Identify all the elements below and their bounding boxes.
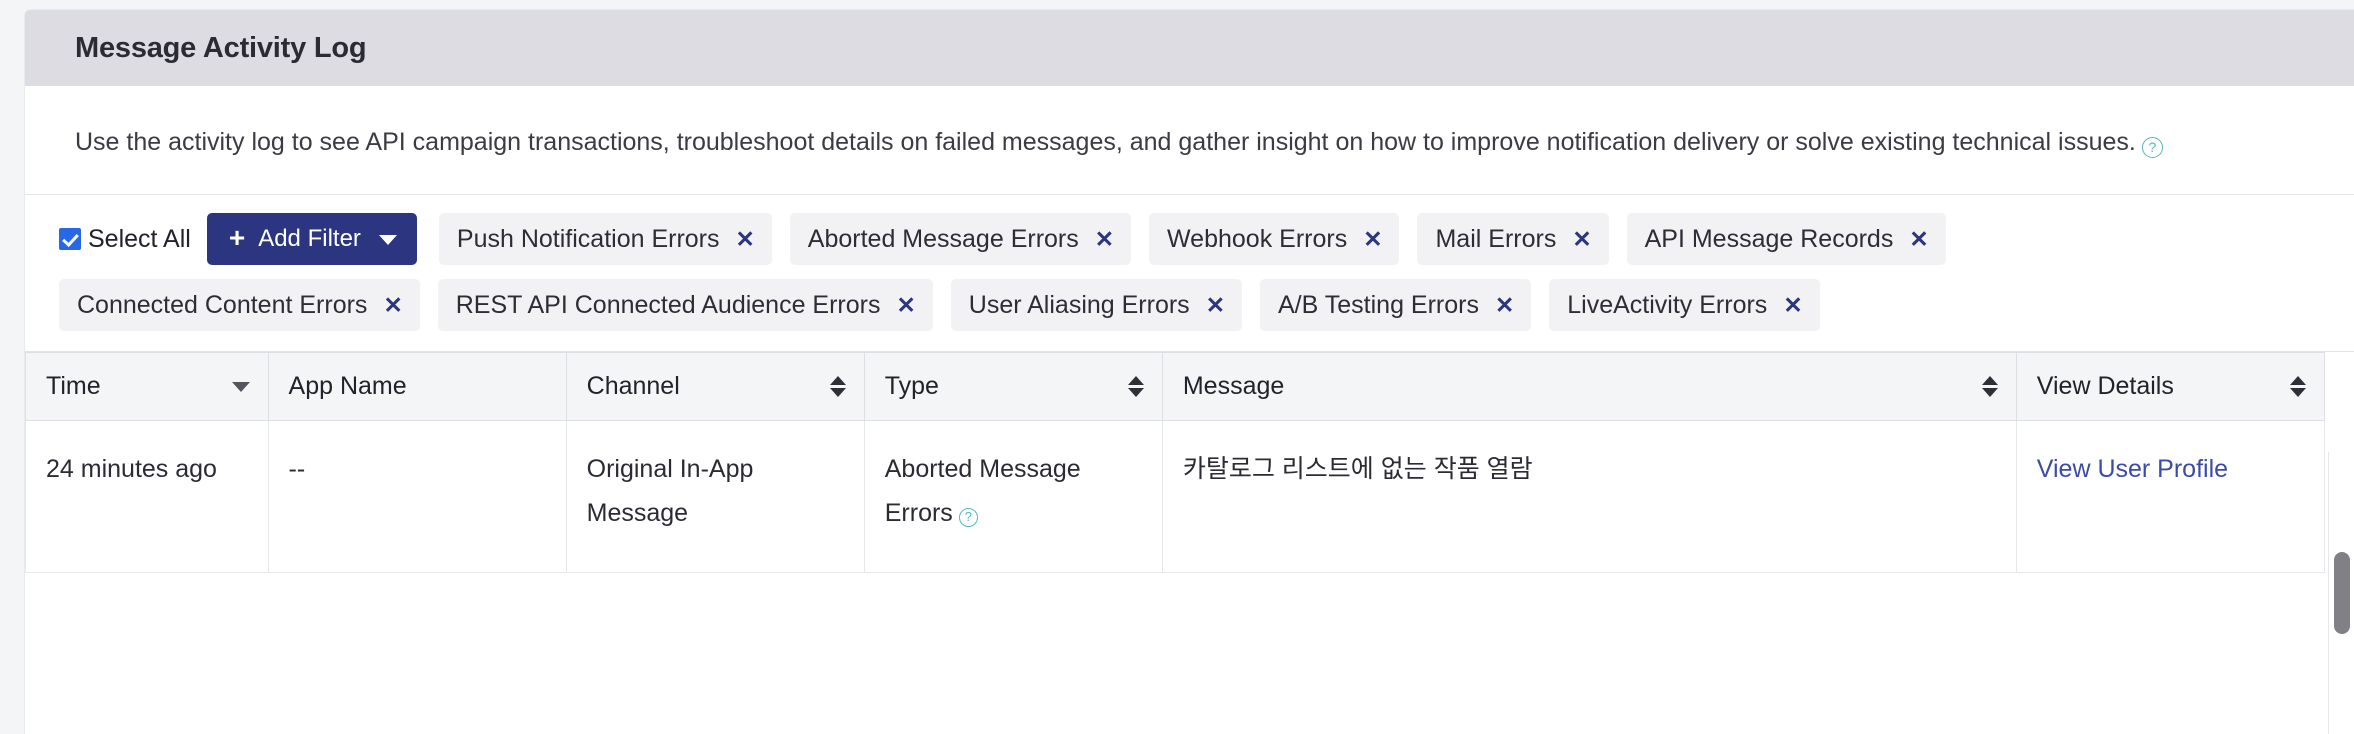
filter-chip-label: Mail Errors xyxy=(1435,224,1557,253)
description-sentence: Use the activity log to see API campaign… xyxy=(75,128,2136,156)
close-icon[interactable]: ✕ xyxy=(1095,227,1114,251)
filter-chip-label: REST API Connected Audience Errors xyxy=(455,290,881,319)
filter-chip[interactable]: Mail Errors ✕ xyxy=(1417,213,1609,265)
add-filter-button[interactable]: + Add Filter xyxy=(206,213,417,265)
filter-chip[interactable]: Connected Content Errors ✕ xyxy=(59,279,420,331)
sort-descending-icon[interactable] xyxy=(231,381,250,392)
close-icon[interactable]: ✕ xyxy=(1909,227,1928,251)
filter-row-1: Select All + Add Filter Push Notificatio… xyxy=(59,213,2314,265)
select-all-control[interactable]: Select All xyxy=(59,213,191,265)
filter-chip[interactable]: Webhook Errors ✕ xyxy=(1149,213,1400,265)
sort-toggle-icon[interactable] xyxy=(1981,376,1998,397)
sort-toggle-icon[interactable] xyxy=(829,376,846,397)
close-icon[interactable]: ✕ xyxy=(1783,293,1802,317)
activity-log-table: Time App Name Channel Type Message View … xyxy=(25,352,2326,573)
page-title: Message Activity Log xyxy=(75,31,367,64)
filter-chip-label: API Message Records xyxy=(1644,224,1894,253)
cell-type-label: Aborted Message Errors xyxy=(884,455,1081,527)
column-label: Type xyxy=(884,372,939,400)
sort-toggle-icon[interactable] xyxy=(1127,376,1144,397)
column-header-type[interactable]: Type xyxy=(864,352,1163,421)
card-header: Message Activity Log xyxy=(25,10,2354,86)
filter-chip-label: Aborted Message Errors xyxy=(807,224,1079,253)
filter-chip[interactable]: REST API Connected Audience Errors ✕ xyxy=(437,279,933,331)
filter-chip[interactable]: Push Notification Errors ✕ xyxy=(438,213,772,265)
filter-chip[interactable]: LiveActivity Errors ✕ xyxy=(1549,279,1820,331)
column-header-app-name[interactable]: App Name xyxy=(268,352,567,421)
view-user-profile-link[interactable]: View User Profile xyxy=(2037,455,2228,483)
activity-log-card: Message Activity Log Use the activity lo… xyxy=(25,10,2354,734)
filter-row-2: Connected Content Errors ✕ REST API Conn… xyxy=(59,279,2314,331)
vertical-scrollbar-track[interactable] xyxy=(2328,452,2354,734)
help-circle-icon[interactable]: ? xyxy=(958,508,978,527)
message-activity-log-page: Message Activity Log Use the activity lo… xyxy=(0,0,2354,734)
close-icon[interactable]: ✕ xyxy=(1572,227,1591,251)
filter-bar: Select All + Add Filter Push Notificatio… xyxy=(25,195,2354,352)
description-block: Use the activity log to see API campaign… xyxy=(25,86,2354,195)
filter-chip-label: LiveActivity Errors xyxy=(1567,290,1768,319)
cell-time: 24 minutes ago xyxy=(25,420,269,573)
close-icon[interactable]: ✕ xyxy=(1363,227,1382,251)
cell-channel: Original In-App Message xyxy=(566,420,865,573)
column-label: View Details xyxy=(2036,372,2174,400)
filter-chip[interactable]: User Aliasing Errors ✕ xyxy=(950,279,1242,331)
select-all-checkbox[interactable] xyxy=(59,228,81,250)
filter-chip-label: Connected Content Errors xyxy=(77,290,368,319)
filter-chip-label: A/B Testing Errors xyxy=(1277,290,1479,319)
activity-log-table-wrap: Time App Name Channel Type Message View … xyxy=(25,352,2354,573)
filter-chip-label: Webhook Errors xyxy=(1167,224,1348,253)
filter-chip-label: Push Notification Errors xyxy=(456,224,720,253)
cell-app-name: -- xyxy=(268,420,567,573)
column-header-channel[interactable]: Channel xyxy=(566,352,865,421)
vertical-scrollbar-thumb[interactable] xyxy=(2334,552,2350,634)
column-header-time[interactable]: Time xyxy=(25,352,269,421)
table-header-row: Time App Name Channel Type Message View … xyxy=(25,352,2326,421)
plus-icon: + xyxy=(228,222,246,253)
close-icon[interactable]: ✕ xyxy=(1206,293,1225,317)
help-circle-icon[interactable]: ? xyxy=(2141,137,2163,158)
column-header-message[interactable]: Message xyxy=(1162,352,2017,421)
filter-chip[interactable]: API Message Records ✕ xyxy=(1626,213,1946,265)
chevron-down-icon xyxy=(378,235,397,245)
close-icon[interactable]: ✕ xyxy=(736,227,755,251)
add-filter-label: Add Filter xyxy=(258,225,361,252)
cell-type: Aborted Message Errors? xyxy=(864,420,1163,573)
cell-message: 카탈로그 리스트에 없는 작품 열람 xyxy=(1162,420,2017,573)
select-all-label: Select All xyxy=(88,224,191,253)
close-icon[interactable]: ✕ xyxy=(1495,293,1514,317)
sort-toggle-icon[interactable] xyxy=(2290,376,2306,397)
description-text: Use the activity log to see API campaign… xyxy=(75,120,2302,164)
filter-chip[interactable]: Aborted Message Errors ✕ xyxy=(789,213,1132,265)
column-label: App Name xyxy=(288,372,407,400)
column-label: Channel xyxy=(586,372,680,400)
filter-chip[interactable]: A/B Testing Errors ✕ xyxy=(1259,279,1532,331)
filter-chip-label: User Aliasing Errors xyxy=(968,290,1190,319)
column-header-view-details[interactable]: View Details xyxy=(2016,352,2326,421)
column-label: Time xyxy=(46,372,101,400)
cell-view-details: View User Profile xyxy=(2016,420,2326,573)
close-icon[interactable]: ✕ xyxy=(897,293,916,317)
close-icon[interactable]: ✕ xyxy=(383,293,402,317)
column-label: Message xyxy=(1182,372,1285,400)
table-row: 24 minutes ago -- Original In-App Messag… xyxy=(25,420,2326,573)
